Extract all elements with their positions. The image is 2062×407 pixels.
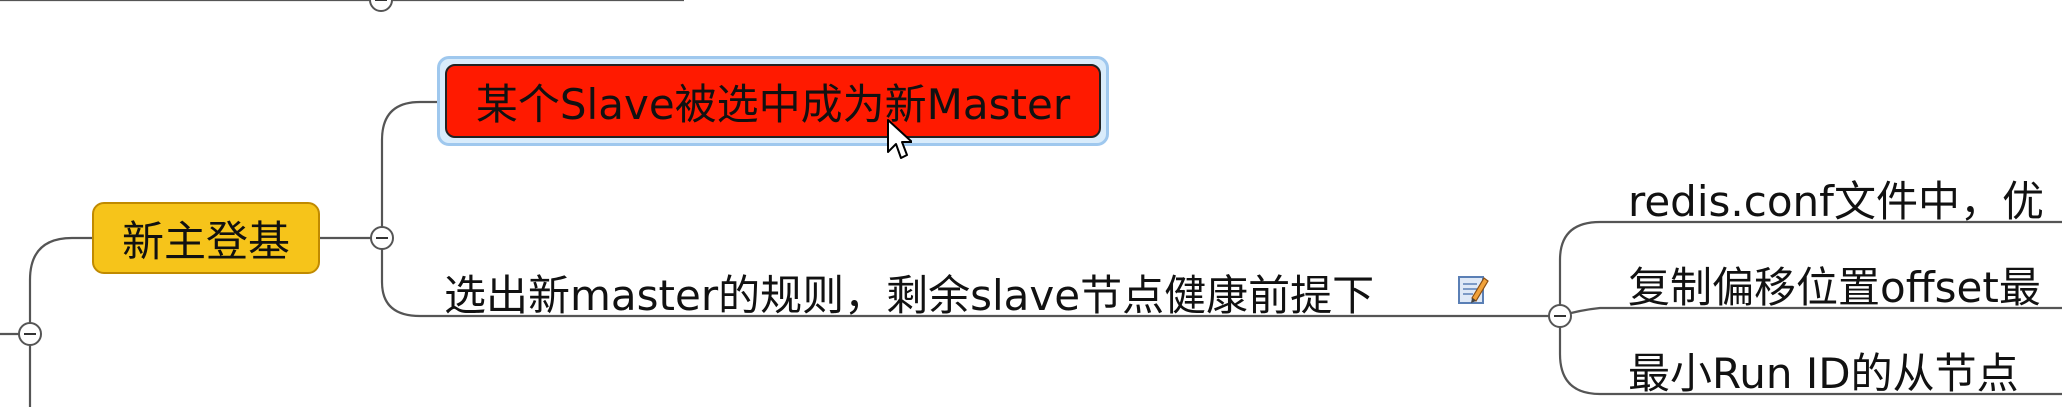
main-topic-node[interactable]: 新主登基 [92, 202, 320, 274]
rule-child-2-label: 复制偏移位置offset最 [1628, 263, 2041, 312]
note-icon[interactable] [1456, 272, 1490, 306]
mouse-cursor-icon [887, 119, 912, 159]
selected-subtopic-node[interactable]: 某个Slave被选中成为新Master [445, 64, 1101, 138]
collapse-icon[interactable] [17, 321, 43, 347]
rule-child-1[interactable]: redis.conf文件中，优 [1628, 168, 2044, 229]
rules-topic[interactable]: 选出新master的规则，剩余slave节点健康前提下 [444, 262, 1374, 323]
rule-child-1-label: redis.conf文件中，优 [1628, 177, 2044, 226]
rule-child-3[interactable]: 最小Run ID的从节点 [1628, 340, 2019, 401]
main-topic-label: 新主登基 [121, 216, 290, 266]
collapse-icon[interactable] [1547, 303, 1573, 329]
rule-child-2[interactable]: 复制偏移位置offset最 [1628, 254, 2041, 315]
connector-to-selected [380, 100, 445, 238]
rules-topic-label: 选出新master的规则，剩余slave节点健康前提下 [444, 271, 1375, 320]
mindmap-canvas: 新主登基 某个Slave被选中成为新Master 选出新master的规则，剩余… [0, 0, 2062, 407]
selected-subtopic-label: 某个Slave被选中成为新Master [475, 79, 1071, 129]
collapse-icon[interactable] [369, 225, 395, 251]
collapse-icon[interactable] [368, 0, 394, 13]
rule-child-3-label: 最小Run ID的从节点 [1628, 349, 2019, 398]
